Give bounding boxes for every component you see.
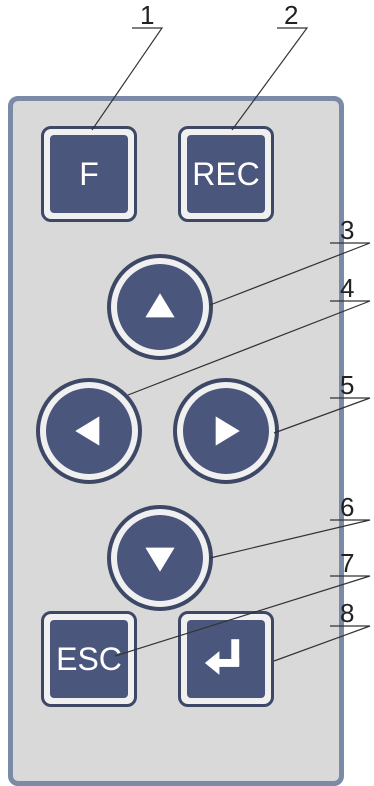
callout-2: 2 (284, 0, 299, 30)
triangle-up-icon (145, 293, 175, 318)
enter-button[interactable] (178, 611, 274, 707)
f-button[interactable]: F (41, 126, 137, 222)
up-button[interactable] (107, 254, 213, 360)
callout-8: 8 (340, 598, 355, 628)
callout-6: 6 (340, 492, 355, 522)
rec-button-label: REC (187, 135, 265, 213)
right-button-face (183, 388, 269, 474)
triangle-left-icon (75, 416, 100, 446)
left-button[interactable] (36, 378, 142, 484)
enter-button-face (187, 620, 265, 698)
callout-3: 3 (340, 215, 355, 245)
down-button-face (117, 515, 203, 601)
down-button[interactable] (107, 505, 213, 611)
up-button-face (117, 264, 203, 350)
rec-button[interactable]: REC (178, 126, 274, 222)
right-button[interactable] (173, 378, 279, 484)
callout-4: 4 (340, 273, 355, 303)
keypad-diagram: F REC ESC 1 2 3 4 5 6 7 8 (0, 0, 374, 786)
f-button-label: F (50, 135, 128, 213)
esc-button-label: ESC (50, 620, 128, 698)
enter-arrow-icon (204, 639, 240, 675)
callout-5: 5 (340, 370, 355, 400)
triangle-down-icon (145, 547, 175, 572)
esc-button[interactable]: ESC (41, 611, 137, 707)
triangle-right-icon (215, 416, 240, 446)
callout-7: 7 (340, 548, 355, 578)
callout-1: 1 (140, 0, 155, 30)
left-button-face (46, 388, 132, 474)
